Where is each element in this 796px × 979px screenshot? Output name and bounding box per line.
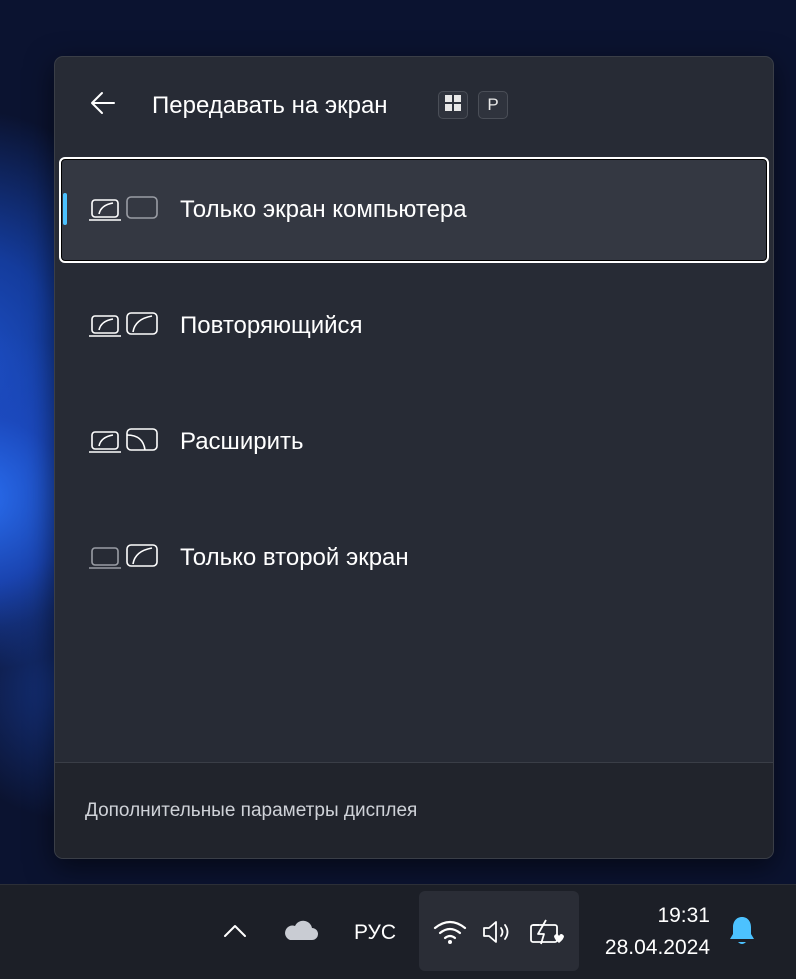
duplicate-icon (89, 311, 159, 341)
onedrive-button[interactable] (280, 916, 320, 950)
shortcut-key-windows (438, 91, 468, 119)
windows-logo-icon (445, 94, 461, 116)
pc-screen-only-icon (89, 195, 159, 225)
notifications-button[interactable] (724, 915, 760, 951)
clock-time: 19:31 (657, 904, 710, 927)
option-pc-screen-only[interactable]: Только экран компьютера (59, 157, 769, 263)
project-flyout: Передавать на экран P Только экран компь… (54, 56, 774, 859)
volume-icon (481, 919, 515, 949)
option-label: Только экран компьютера (180, 196, 467, 223)
quick-settings-button[interactable] (419, 891, 579, 971)
option-label: Только второй экран (180, 544, 409, 571)
advanced-display-settings-link[interactable]: Дополнительные параметры дисплея (85, 799, 417, 823)
option-duplicate[interactable]: Повторяющийся (59, 273, 769, 379)
onedrive-cloud-icon (282, 920, 318, 946)
battery-charging-icon (529, 919, 565, 951)
shortcut-key-p: P (478, 91, 508, 119)
arrow-left-icon (87, 87, 119, 119)
option-extend[interactable]: Расширить (59, 389, 769, 495)
clock-date: 28.04.2024 (604, 936, 710, 959)
flyout-footer: Дополнительные параметры дисплея (55, 762, 773, 858)
taskbar: РУС 19:31 28.04.2024 (0, 884, 796, 979)
selected-indicator (63, 193, 67, 225)
option-label: Повторяющийся (180, 312, 363, 339)
clock-date-button[interactable]: 19:31 28.04.2024 (590, 899, 714, 967)
flyout-header: Передавать на экран P (55, 57, 773, 153)
chevron-up-icon (223, 923, 247, 943)
option-label: Расширить (180, 428, 304, 455)
option-second-screen-only[interactable]: Только второй экран (59, 505, 769, 611)
flyout-title: Передавать на экран (152, 92, 388, 119)
back-button[interactable] (87, 87, 119, 119)
extend-icon (89, 427, 159, 457)
notification-bell-icon (728, 915, 756, 951)
show-hidden-icons-button[interactable] (218, 916, 252, 950)
second-screen-only-icon (89, 543, 159, 573)
language-indicator[interactable]: РУС (346, 916, 404, 950)
wifi-icon (433, 919, 467, 949)
